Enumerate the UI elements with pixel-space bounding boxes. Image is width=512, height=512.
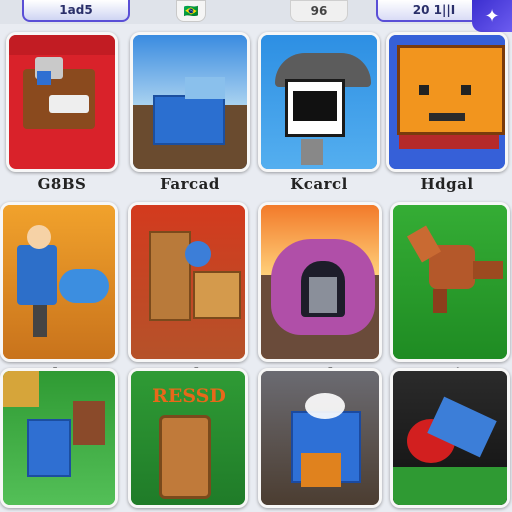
- wooden-barrel-icon: RESSD: [131, 371, 245, 505]
- tab-left[interactable]: 1ad5: [22, 0, 130, 22]
- tab-flag[interactable]: 🇧🇷: [176, 0, 206, 22]
- purple-creature-icon: [261, 205, 379, 359]
- game-tile[interactable]: [0, 202, 118, 362]
- game-tile[interactable]: RESSD: [128, 368, 248, 508]
- tile-caption: Farcad: [160, 175, 220, 193]
- tile-caption: G8BS: [37, 175, 87, 193]
- blue-crate-icon: [133, 35, 247, 169]
- blue-machine-icon: [261, 371, 379, 505]
- game-tile[interactable]: [386, 32, 508, 172]
- tile-caption: Hdgal: [420, 175, 474, 193]
- tile-caption: Kcarcl: [290, 175, 348, 193]
- game-tile[interactable]: [390, 202, 510, 362]
- game-tile[interactable]: [128, 202, 248, 362]
- orange-block-face-icon: [389, 35, 505, 169]
- wooden-furniture-icon: [131, 205, 245, 359]
- game-tile[interactable]: [390, 368, 510, 508]
- game-tile[interactable]: [130, 32, 250, 172]
- game-tile[interactable]: [258, 368, 382, 508]
- top-bar: 1ad5 🇧🇷 96 20 1||I ✦: [0, 0, 512, 32]
- orange-dragon-icon: [393, 205, 507, 359]
- blaster-figure-icon: [3, 205, 115, 359]
- blue-crates-icon: [3, 371, 115, 505]
- game-tile[interactable]: [258, 32, 380, 172]
- tab-middle[interactable]: 96: [290, 0, 348, 22]
- tile-banner: RESSD: [152, 385, 226, 407]
- game-grid: G8BS Farcad Kcarcl Hdgal RESSD: [0, 28, 512, 512]
- game-tile[interactable]: [6, 32, 118, 172]
- robot-head-icon: [261, 35, 377, 169]
- cannon-icon: [393, 371, 507, 505]
- workshop-bench-icon: [9, 35, 115, 169]
- game-tile[interactable]: [0, 368, 118, 508]
- game-tile[interactable]: [258, 202, 382, 362]
